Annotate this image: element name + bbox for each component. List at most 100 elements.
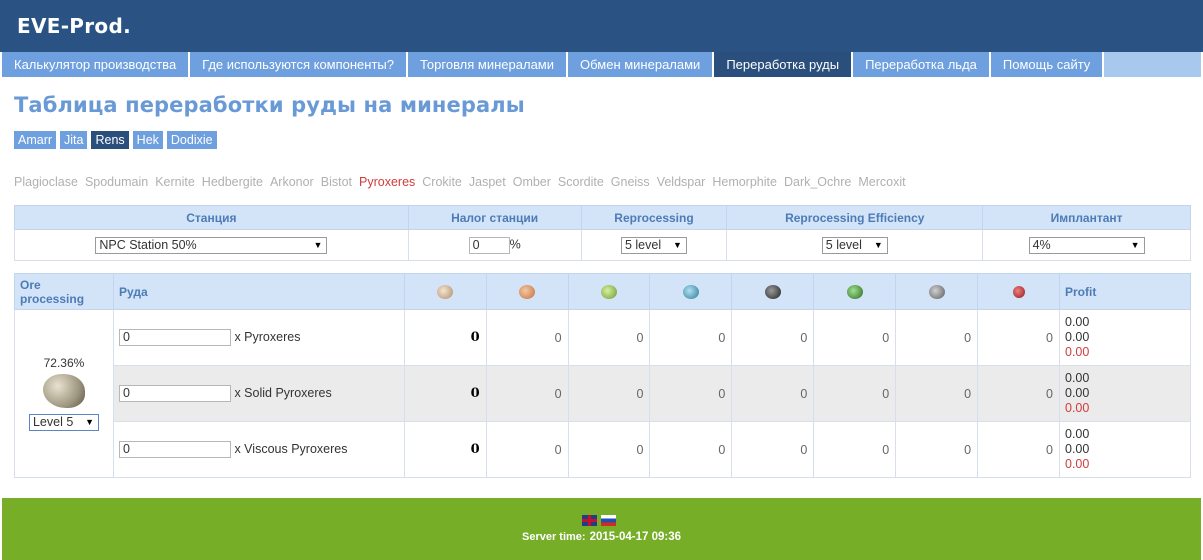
hub-amarr[interactable]: Amarr: [14, 131, 57, 149]
pyerite-icon: [519, 284, 536, 299]
page-title: Таблица переработки руды на минералы: [14, 93, 525, 117]
tax-header: Налог станции: [407, 205, 582, 230]
station-select[interactable]: NPC Station 50% ▼: [95, 236, 328, 254]
chevron-down-icon: ▼: [1130, 239, 1140, 250]
megacyte-value: 0: [895, 421, 979, 478]
tax-cell: 0%: [407, 229, 582, 261]
ore-quantity-input[interactable]: 0: [118, 441, 231, 458]
hub-rens[interactable]: Rens: [91, 131, 129, 149]
morphite-icon: [1012, 286, 1025, 299]
implant-select[interactable]: 4% ▼: [1028, 236, 1145, 254]
megacyte-col: [895, 273, 979, 310]
profit-value: 0.00: [1065, 330, 1090, 344]
reprocessing-select[interactable]: 5 level ▼: [620, 236, 687, 254]
ore-link-spodumain[interactable]: Spodumain: [85, 175, 148, 189]
mexallon-value: 0: [567, 309, 651, 366]
table-row: 72.36% Level 5 ▼ 0 x Pyroxeres 0 0 0 0 0 …: [14, 309, 1191, 478]
mexallon-col: [567, 273, 651, 310]
zydrine-value: 0: [813, 365, 897, 422]
station-cell: NPC Station 50% ▼: [14, 229, 409, 261]
morphite-value: 0: [977, 365, 1060, 422]
morphite-value: 0: [977, 421, 1060, 478]
tax-unit: %: [509, 237, 521, 252]
chevron-down-icon: ▼: [873, 239, 883, 250]
nav-item-mineral-exchange[interactable]: Обмен минералами: [568, 52, 715, 77]
profit-header: Profit: [1059, 273, 1191, 310]
tritanium-value: 0: [403, 421, 487, 478]
mexallon-icon: [601, 284, 618, 299]
nav-item-ice-reprocessing[interactable]: Переработка льда: [853, 52, 991, 77]
implant-select-value: 4%: [1032, 237, 1051, 252]
profit-cell: 0.00 0.00 0.00: [1059, 421, 1191, 478]
hub-jita[interactable]: Jita: [60, 131, 88, 149]
chevron-down-icon: ▼: [313, 239, 323, 250]
profit-value: 0.00: [1065, 386, 1090, 400]
nav-item-production-calculator[interactable]: Калькулятор производства: [2, 52, 191, 77]
ore-link-arkonor[interactable]: Arkonor: [270, 175, 314, 189]
server-time-label: Server time:: [521, 531, 586, 543]
server-time: Server time: 2015-04-17 09:36: [0, 531, 1203, 543]
nav-item-ore-reprocessing[interactable]: Переработка руды: [714, 52, 854, 77]
nav-item-component-usage[interactable]: Где используются компоненты?: [190, 52, 408, 77]
ore-name-cell: 0 x Solid Pyroxeres: [112, 365, 405, 422]
reprocessing-header: Reprocessing: [580, 205, 728, 230]
nocxium-icon: [764, 284, 781, 299]
ore-link-hemorphite[interactable]: Hemorphite: [712, 175, 777, 189]
station-select-value: NPC Station 50%: [99, 237, 197, 252]
profit-net-value: 0.00: [1065, 457, 1090, 471]
site-header: EVE-Prod.: [0, 0, 1203, 52]
ore-quantity-input[interactable]: 0: [118, 329, 231, 346]
ore-link-scordite[interactable]: Scordite: [558, 175, 604, 189]
isogen-col: [649, 273, 733, 310]
megacyte-value: 0: [895, 365, 979, 422]
implant-header: Имплантант: [982, 205, 1191, 230]
ore-name-cell: 0 x Viscous Pyroxeres: [112, 421, 405, 478]
zydrine-value: 0: [813, 421, 897, 478]
ore-quantity-input[interactable]: 0: [118, 385, 231, 402]
ore-link-jaspet[interactable]: Jaspet: [469, 175, 506, 189]
ore-processing-cell: 72.36% Level 5 ▼: [14, 309, 114, 478]
station-tax-input[interactable]: 0: [468, 236, 510, 254]
ore-type-list: Plagioclase Spodumain Kernite Hedbergite…: [14, 175, 906, 189]
profit-value: 0.00: [1065, 442, 1090, 456]
hub-hek[interactable]: Hek: [132, 131, 163, 149]
efficiency-select[interactable]: 5 level ▼: [821, 236, 888, 254]
uk-flag-icon[interactable]: [582, 515, 597, 526]
reprocessing-cell: 5 level ▼: [580, 229, 728, 261]
mexallon-value: 0: [567, 365, 651, 422]
ore-link-plagioclase[interactable]: Plagioclase: [14, 175, 78, 189]
tritanium-value: 0: [403, 309, 487, 366]
ore-link-veldspar[interactable]: Veldspar: [657, 175, 706, 189]
site-logo[interactable]: EVE-Prod.: [17, 14, 131, 38]
ore-processing-header: Ore processing: [14, 273, 114, 310]
russia-flag-icon[interactable]: [601, 515, 616, 526]
ore-link-kernite[interactable]: Kernite: [155, 175, 195, 189]
efficiency-select-value: 5 level: [825, 237, 862, 252]
hub-dodixie[interactable]: Dodixie: [166, 131, 217, 149]
ore-link-pyroxeres[interactable]: Pyroxeres: [359, 175, 415, 189]
ore-link-omber[interactable]: Omber: [513, 175, 551, 189]
nav-item-site-help[interactable]: Помощь сайту: [990, 52, 1105, 77]
efficiency-cell: 5 level ▼: [726, 229, 984, 261]
table-row: 0 x Viscous Pyroxeres 0 0 0 0 0 0 0 0 0.…: [15, 421, 1191, 478]
profit-value: 0.00: [1065, 427, 1090, 441]
morphite-value: 0: [977, 309, 1060, 366]
ore-name: x Pyroxeres: [234, 329, 301, 344]
ore-link-hedbergite[interactable]: Hedbergite: [202, 175, 263, 189]
nav-item-mineral-trading[interactable]: Торговля минералами: [408, 52, 568, 77]
table-row: 0 x Solid Pyroxeres 0 0 0 0 0 0 0 0 0.00…: [15, 365, 1191, 422]
ore-skill-level-value: Level 5: [32, 415, 74, 429]
ore-link-mercoxit[interactable]: Mercoxit: [858, 175, 905, 189]
profit-cell: 0.00 0.00 0.00: [1059, 309, 1191, 366]
profit-value: 0.00: [1065, 371, 1090, 385]
isogen-value: 0: [649, 365, 733, 422]
ore-link-bistot[interactable]: Bistot: [321, 175, 352, 189]
ore-name: x Solid Pyroxeres: [234, 385, 332, 400]
trade-hub-selector: Amarr Jita Rens Hek Dodixie: [14, 131, 217, 149]
ore-link-dark-ochre[interactable]: Dark_Ochre: [784, 175, 851, 189]
profit-value: 0.00: [1065, 315, 1090, 329]
ore-skill-level-select[interactable]: Level 5 ▼: [28, 414, 99, 431]
ore-link-gneiss[interactable]: Gneiss: [611, 175, 650, 189]
ore-link-crokite[interactable]: Crokite: [422, 175, 462, 189]
nocxium-col: [731, 273, 815, 310]
